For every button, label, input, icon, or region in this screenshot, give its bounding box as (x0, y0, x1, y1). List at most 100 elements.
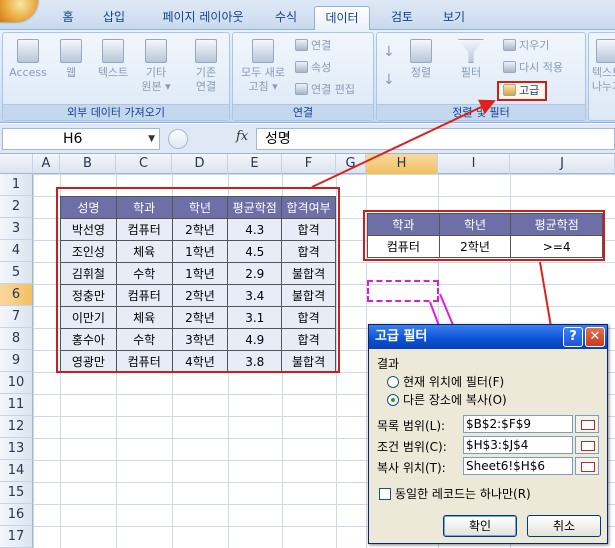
formula-expand-button[interactable] (168, 129, 188, 149)
row-header[interactable]: 5 (0, 262, 33, 284)
criteria-range-label: 조건 범위(C): (377, 440, 447, 454)
group-sort-filter: ↓ ↓ 정렬 필터 지우기 다시 적용 고급 정렬 및 필터 (376, 32, 586, 121)
row-header[interactable]: 1 (0, 174, 33, 196)
row-header[interactable]: 14 (0, 460, 33, 482)
row-header[interactable]: 4 (0, 240, 33, 262)
group-label-sort-filter: 정렬 및 필터 (377, 104, 585, 120)
ribbon-tab-bar: 홈 삽입 페이지 레이아웃 수식 데이터 검토 보기 (0, 0, 615, 31)
group-label-connections: 연결 (233, 104, 373, 120)
row-header[interactable]: 11 (0, 394, 33, 416)
criteria-range-field[interactable]: $H$3:$J$4 (463, 436, 573, 454)
name-box[interactable]: H6 ▼ (2, 128, 160, 150)
tab-page-layout[interactable]: 페이지 레이아웃 (148, 6, 258, 30)
option-filter-in-place[interactable]: 현재 위치에 필터(F) (387, 373, 504, 390)
funnel-icon (458, 39, 484, 63)
row-header[interactable]: 7 (0, 306, 33, 328)
option-copy-to-location[interactable]: 다른 장소에 복사(O) (387, 391, 507, 408)
group-external-data: Access 웹 텍스트 기타 원본 ▾ 기존 연결 외부 데이터 가져오기 (2, 32, 230, 121)
access-button[interactable]: Access (9, 39, 47, 80)
connections-icon (295, 39, 308, 51)
column-header[interactable]: C (116, 154, 172, 174)
column-header[interactable]: J (510, 154, 615, 174)
row-header[interactable]: 8 (0, 328, 33, 350)
column-header[interactable]: G (336, 154, 366, 174)
access-icon (17, 39, 39, 63)
unique-records-checkbox[interactable]: 동일한 레코드는 하나만(R) (379, 485, 531, 502)
column-header[interactable]: E (228, 154, 282, 174)
insert-function-icon[interactable]: fx (236, 129, 248, 144)
edit-links-button[interactable]: 연결 편집 (295, 83, 355, 97)
select-all-corner[interactable] (0, 154, 33, 174)
sort-asc-icon[interactable]: ↓ (383, 45, 395, 59)
text-button[interactable]: 텍스트 (93, 39, 133, 80)
column-header[interactable]: I (438, 154, 510, 174)
list-range-field[interactable]: $B$2:$F$9 (463, 415, 573, 433)
dialog-title-bar[interactable]: 고급 필터 ? ✕ (369, 325, 607, 349)
tab-data[interactable]: 데이터 (314, 6, 370, 31)
refresh-icon (252, 39, 274, 63)
clear-filter-button[interactable]: 지우기 (503, 39, 549, 53)
range-picker-icon[interactable] (575, 436, 599, 454)
range-picker-icon[interactable] (575, 415, 599, 433)
list-range-label: 목록 범위(L): (377, 419, 446, 433)
other-sources-button[interactable]: 기타 원본 ▾ (137, 39, 175, 94)
reapply-icon (503, 61, 516, 73)
properties-icon (295, 61, 308, 73)
result-label: 결과 (377, 357, 400, 371)
close-button[interactable]: ✕ (585, 327, 605, 347)
cancel-button[interactable]: 취소 (527, 515, 601, 537)
text-to-columns-button[interactable]: 텍스트나누기 (589, 39, 615, 94)
ok-button[interactable]: 확인 (443, 515, 517, 537)
column-header[interactable]: A (33, 154, 60, 174)
formula-input[interactable]: 성명 (256, 128, 615, 150)
advanced-filter-icon (503, 84, 516, 96)
filter-button[interactable]: 필터 (453, 39, 489, 80)
row-header[interactable]: 2 (0, 196, 33, 218)
reapply-button[interactable]: 다시 적용 (503, 61, 563, 75)
tab-insert[interactable]: 삽입 (92, 6, 136, 30)
row-headers: 1 2 3 4 5 6 7 8 9 10 11 12 13 14 15 16 1… (0, 174, 33, 548)
row-header[interactable]: 16 (0, 504, 33, 526)
active-cell-h6[interactable] (367, 280, 439, 302)
advanced-filter-dialog: 고급 필터 ? ✕ 결과 현재 위치에 필터(F) 다른 장소에 복사(O) 목… (368, 324, 608, 544)
properties-button[interactable]: 속성 (295, 61, 331, 75)
row-header-selected[interactable]: 6 (0, 284, 33, 306)
copy-to-field[interactable]: Sheet6!$H$6 (463, 457, 573, 475)
refresh-all-button[interactable]: 모두 새로 고침 ▾ (235, 39, 291, 94)
text-to-columns-icon (596, 39, 615, 63)
source-range-highlight (56, 187, 340, 373)
row-header[interactable]: 17 (0, 526, 33, 548)
ribbon: Access 웹 텍스트 기타 원본 ▾ 기존 연결 외부 데이터 가져오기 모두 … (0, 30, 615, 123)
group-data-tools: 텍스트나누기 (588, 32, 615, 121)
column-header[interactable]: D (172, 154, 228, 174)
tab-view[interactable]: 보기 (432, 6, 476, 30)
row-header[interactable]: 15 (0, 482, 33, 504)
advanced-filter-button[interactable]: 고급 (497, 81, 548, 101)
connections-button[interactable]: 연결 (295, 39, 331, 53)
tab-review[interactable]: 검토 (380, 6, 424, 30)
tab-home[interactable]: 홈 (52, 6, 84, 30)
tab-formulas[interactable]: 수식 (264, 6, 308, 30)
row-header[interactable]: 10 (0, 372, 33, 394)
row-header[interactable]: 3 (0, 218, 33, 240)
web-button[interactable]: 웹 (53, 39, 89, 80)
row-header[interactable]: 9 (0, 350, 33, 372)
checkbox-icon[interactable] (379, 488, 391, 500)
row-header[interactable]: 13 (0, 438, 33, 460)
radio-selected-icon[interactable] (387, 394, 399, 406)
sort-desc-icon[interactable]: ↓ (383, 73, 395, 87)
sort-button[interactable]: 정렬 (403, 39, 439, 80)
range-picker-icon[interactable] (575, 457, 599, 475)
office-button[interactable] (0, 0, 38, 22)
column-header[interactable]: F (282, 154, 336, 174)
sort-icon (410, 39, 432, 63)
column-header[interactable]: B (60, 154, 116, 174)
help-button[interactable]: ? (563, 327, 583, 347)
row-header[interactable]: 12 (0, 416, 33, 438)
column-header-selected[interactable]: H (366, 154, 438, 174)
radio-icon[interactable] (387, 376, 399, 388)
chevron-down-icon[interactable]: ▼ (148, 129, 155, 149)
web-icon (60, 39, 82, 63)
copy-to-label: 복사 위치(T): (377, 461, 446, 475)
existing-connections-button[interactable]: 기존 연결 (187, 39, 225, 94)
